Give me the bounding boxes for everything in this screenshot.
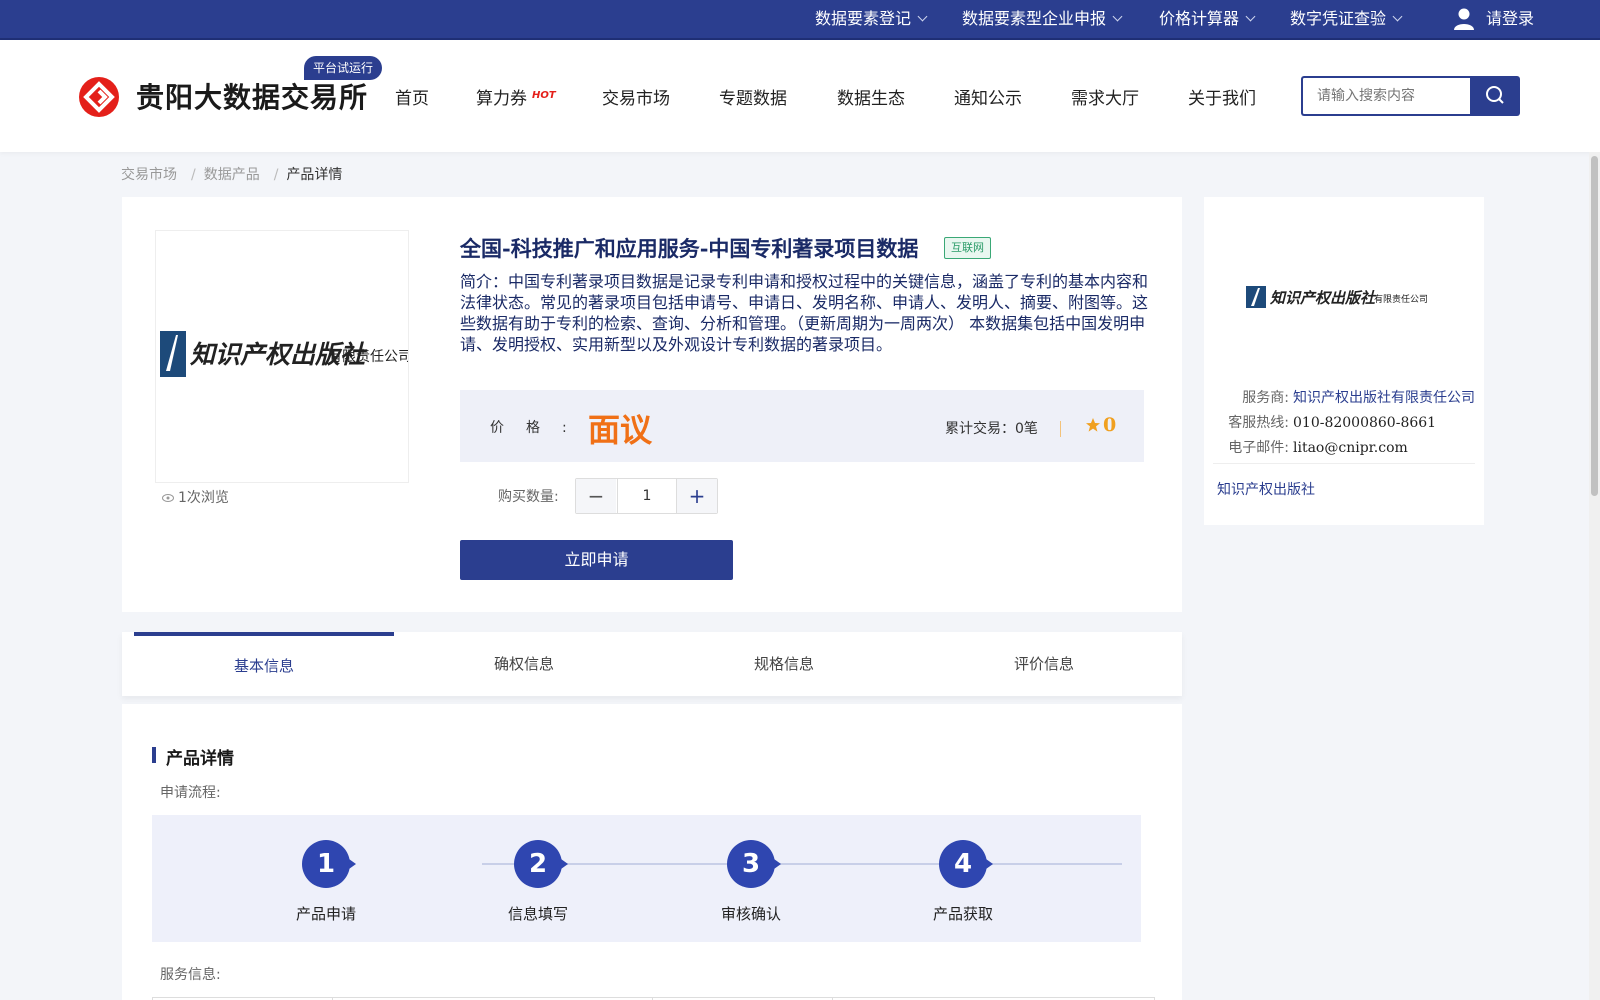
quantity-value[interactable]: 1 — [617, 479, 677, 513]
process-label: 申请流程: — [160, 785, 221, 801]
nav-item-about[interactable]: 关于我们 — [1188, 84, 1256, 109]
view-count: 1次浏览 — [162, 487, 229, 507]
hot-badge: HOT — [532, 90, 556, 101]
chevron-down-icon — [1392, 11, 1403, 22]
nav-item-ecosystem[interactable]: 数据生态 — [837, 84, 905, 109]
topbar-menu-label: 数据要素型企业申报 — [962, 9, 1107, 28]
tab-rights-info[interactable]: 确权信息 — [394, 632, 654, 696]
scrollbar-thumb[interactable] — [1591, 156, 1598, 496]
user-icon[interactable] — [1452, 7, 1476, 31]
product-title: 全国-科技推广和应用服务-中国专利著录项目数据 — [460, 236, 919, 261]
topbar-menu-data-registration[interactable]: 数据要素登记 — [815, 0, 928, 38]
chevron-down-icon — [917, 11, 928, 22]
nav-item-market[interactable]: 交易市场 — [602, 84, 670, 109]
divider — [1213, 463, 1475, 464]
provider-card — [1204, 197, 1484, 525]
quantity-stepper: − 1 + — [575, 478, 718, 514]
provider-company-link[interactable]: 知识产权出版社 — [1217, 479, 1315, 499]
price-panel: 价格: 面议 累计交易：0笔 0 — [460, 390, 1144, 462]
provider-row: 电子邮件: litao@cnipr.com — [1221, 437, 1408, 457]
nav-item-topic-data[interactable]: 专题数据 — [719, 84, 787, 109]
star-icon — [1086, 418, 1100, 432]
step-number: 1 — [302, 840, 356, 888]
step-number: 2 — [514, 840, 568, 888]
category-tag: 互联网 — [944, 237, 991, 259]
topbar-menu-price-calculator[interactable]: 价格计算器 — [1159, 0, 1256, 38]
breadcrumb-current: 产品详情 — [286, 167, 343, 183]
publisher-logo-icon: 知识产权出版社 有限责任公司 — [160, 331, 412, 377]
provider-name-link[interactable]: 知识产权出版社有限责任公司 — [1293, 390, 1475, 406]
search-input[interactable] — [1303, 78, 1471, 114]
topbar-menu-certificate-check[interactable]: 数字凭证查验 — [1290, 0, 1403, 38]
nav-item-demand-hall[interactable]: 需求大厅 — [1071, 84, 1139, 109]
view-count-text: 1次浏览 — [178, 490, 229, 506]
step-number: 3 — [727, 840, 781, 888]
provider-row: 服务商: 知识产权出版社有限责任公司 — [1221, 387, 1475, 407]
tab-spec-info[interactable]: 规格信息 — [654, 632, 914, 696]
search-button[interactable] — [1470, 76, 1520, 116]
nav-item-home[interactable]: 首页 — [395, 84, 429, 109]
tab-review-info[interactable]: 评价信息 — [914, 632, 1174, 696]
step-label: 产品申请 — [295, 905, 356, 923]
topbar-menu-label: 价格计算器 — [1159, 9, 1240, 28]
provider-hotline: 010-82000860-8661 — [1293, 415, 1437, 431]
provider-key: 客服热线: — [1228, 415, 1289, 431]
publisher-logo-subtext: 有限责任公司 — [328, 349, 408, 365]
chevron-down-icon — [1245, 11, 1256, 22]
provider-logo-text: 知识产权出版社 — [1269, 289, 1377, 307]
chevron-down-icon — [1112, 11, 1123, 22]
flow-connector — [482, 863, 1122, 865]
step-label: 信息填写 — [507, 905, 568, 923]
login-link[interactable]: 请登录 — [1486, 0, 1534, 38]
decrement-button[interactable]: − — [576, 479, 616, 513]
step-number: 4 — [939, 840, 993, 888]
breadcrumb-separator: / — [273, 167, 279, 183]
apply-now-button[interactable]: 立即申请 — [460, 540, 733, 580]
service-info-label: 服务信息: — [160, 967, 221, 983]
rating-value: 0 — [1103, 414, 1117, 436]
nav-item-notices[interactable]: 通知公示 — [954, 84, 1022, 109]
breadcrumb: 交易市场 / 数据产品 / 产品详情 — [121, 164, 348, 184]
price-label: 价格: — [490, 420, 589, 436]
breadcrumb-separator: / — [191, 167, 196, 183]
topbar-menu-enterprise-declare[interactable]: 数据要素型企业申报 — [962, 0, 1123, 38]
provider-email: litao@cnipr.com — [1293, 440, 1408, 456]
section-title: 产品详情 — [166, 749, 234, 769]
top-utility-bar: 数据要素登记 数据要素型企业申报 价格计算器 数字凭证查验 请登录 — [0, 0, 1600, 40]
topbar-menu-label: 数字凭证查验 — [1290, 9, 1387, 28]
price-value: 面议 — [588, 411, 653, 449]
provider-key: 服务商: — [1242, 390, 1289, 406]
section-marker — [152, 747, 156, 763]
search-icon — [1486, 86, 1504, 104]
provider-logo-subtext: 有限责任公司 — [1374, 293, 1428, 305]
nav-item-compute-voucher[interactable]: 算力券 — [476, 84, 527, 109]
page-scrollbar[interactable] — [1589, 152, 1600, 1000]
breadcrumb-market[interactable]: 交易市场 — [121, 167, 177, 183]
increment-button[interactable]: + — [677, 479, 717, 513]
breadcrumb-data-products[interactable]: 数据产品 — [204, 167, 260, 183]
provider-row: 客服热线: 010-82000860-8661 — [1221, 412, 1436, 432]
application-flow: 1 产品申请 2 信息填写 3 审核确认 4 产品获取 — [152, 815, 1141, 942]
product-description: 简介：中国专利著录项目数据是记录专利申请和授权过程中的关键信息，涵盖了专利的基本… — [460, 272, 1149, 354]
step-label: 产品获取 — [932, 905, 993, 923]
trial-run-badge: 平台试运行 — [304, 56, 383, 80]
provider-logo-icon: 知识产权出版社 有限责任公司 — [1246, 286, 1428, 308]
product-image[interactable]: 知识产权出版社 有限责任公司 — [155, 230, 412, 483]
topbar-menu-label: 数据要素登记 — [815, 9, 912, 28]
step-label: 审核确认 — [720, 905, 781, 923]
provider-key: 电子邮件: — [1228, 440, 1289, 456]
search-box — [1301, 76, 1471, 116]
site-title[interactable]: 贵阳大数据交易所 — [136, 76, 368, 116]
divider — [1060, 421, 1061, 437]
detail-tabs: 基本信息 确权信息 规格信息 评价信息 — [122, 632, 1182, 696]
tab-basic-info[interactable]: 基本信息 — [134, 632, 394, 696]
eye-icon — [162, 494, 174, 502]
quantity-label: 购买数量: — [498, 489, 559, 505]
total-transactions: 累计交易：0笔 — [945, 421, 1038, 437]
exchange-logo-icon[interactable] — [78, 76, 120, 118]
